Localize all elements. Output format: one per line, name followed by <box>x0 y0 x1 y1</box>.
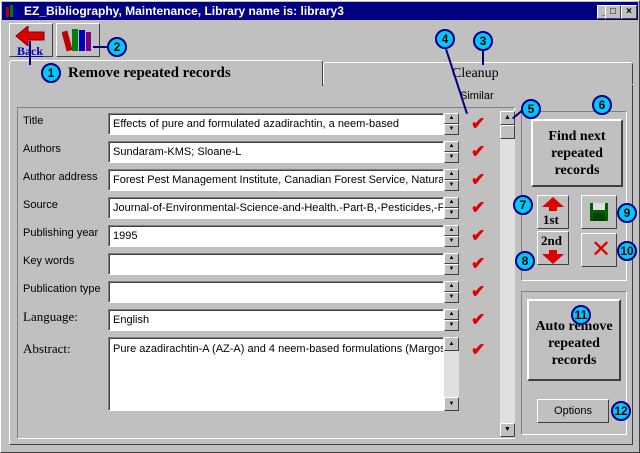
field-label: Publishing year <box>23 227 99 239</box>
options-button[interactable]: Options <box>537 399 609 423</box>
field-label: Key words <box>23 255 75 267</box>
badge-2: 2 <box>107 37 127 57</box>
field-input[interactable] <box>108 281 444 303</box>
similar-check-icon: ✔ <box>471 340 486 359</box>
similar-check-icon: ✔ <box>471 198 486 217</box>
abstract-label: Abstract: <box>23 341 71 356</box>
badge-5: 5 <box>521 99 541 119</box>
abstract-scrollbar[interactable]: ▲ ▼ <box>444 337 459 411</box>
field-spinner[interactable]: ▲ ▼ <box>444 113 459 135</box>
badge-11: 11 <box>571 305 591 325</box>
abstract-textarea[interactable]: Pure azadirachtin-A (AZ-A) and 4 neem-ba… <box>108 337 444 411</box>
badge-3: 3 <box>473 31 493 51</box>
scroll-down-button[interactable]: ▼ <box>500 423 515 437</box>
library-button[interactable] <box>56 23 100 57</box>
first-label: 1st <box>543 212 559 227</box>
options-label: Options <box>554 405 592 417</box>
badge-10: 10 <box>617 241 637 261</box>
delete-x-icon: ✕ <box>591 236 612 263</box>
app-books-icon <box>6 5 17 17</box>
record-scrollbar[interactable]: ▲ ▼ <box>500 111 515 437</box>
field-label: Language: <box>23 309 78 324</box>
field-spinner[interactable]: ▲ ▼ <box>444 281 459 303</box>
badge-4: 4 <box>435 29 455 49</box>
field-input[interactable] <box>108 253 444 275</box>
field-input[interactable]: Journal-of-Environmental-Science-and-Hea… <box>108 197 444 219</box>
field-spinner[interactable]: ▲ ▼ <box>444 197 459 219</box>
similar-check-icon: ✔ <box>471 310 486 329</box>
badge-8: 8 <box>515 251 535 271</box>
similar-check-icon: ✔ <box>471 170 486 189</box>
field-input[interactable]: 1995 <box>108 225 444 247</box>
field-spinner[interactable]: ▲ ▼ <box>444 225 459 247</box>
second-record-button[interactable]: 2nd <box>537 231 569 265</box>
title-bar: EZ_Bibliography, Maintenance, Library na… <box>2 2 638 20</box>
field-input[interactable]: Sundaram-KMS; Sloane-L <box>108 141 444 163</box>
badge-9: 9 <box>617 203 637 223</box>
similar-check-icon: ✔ <box>471 226 486 245</box>
similar-header: Similar <box>460 90 494 102</box>
field-spinner[interactable]: ▲ ▼ <box>444 253 459 275</box>
tab-remove-repeated-label: Remove repeated records <box>68 65 231 81</box>
badge-12: 12 <box>611 401 631 421</box>
save-button[interactable] <box>581 195 617 229</box>
badge-7: 7 <box>513 195 533 215</box>
back-button[interactable]: Back <box>9 23 53 58</box>
window-title: EZ_Bibliography, Maintenance, Library na… <box>24 4 344 18</box>
close-button[interactable]: × <box>621 5 637 19</box>
similar-check-icon: ✔ <box>471 114 486 133</box>
field-label: Author address <box>23 171 98 183</box>
find-next-label: Find next repeated records <box>548 128 606 178</box>
second-label: 2nd <box>541 233 562 248</box>
find-next-button[interactable]: Find next repeated records <box>531 119 623 187</box>
arrow-down-icon <box>542 250 564 264</box>
field-label: Source <box>23 199 58 211</box>
field-spinner[interactable]: ▲ ▼ <box>444 169 459 191</box>
similar-check-icon: ✔ <box>471 142 486 161</box>
field-input[interactable]: Effects of pure and formulated azadirach… <box>108 113 444 135</box>
field-label: Title <box>23 115 44 127</box>
auto-remove-label: Auto remove repeated records <box>535 318 613 368</box>
tab-cleanup-label: Cleanup <box>452 66 499 81</box>
field-spinner[interactable]: ▲ ▼ <box>444 141 459 163</box>
field-input[interactable]: Forest Pest Management Institute, Canadi… <box>108 169 444 191</box>
scroll-thumb[interactable] <box>500 125 515 139</box>
badge-1: 1 <box>41 63 61 83</box>
arrow-up-icon <box>542 197 564 211</box>
floppy-disk-icon <box>590 203 608 221</box>
field-input[interactable]: English <box>108 309 444 331</box>
app-window: EZ_Bibliography, Maintenance, Library na… <box>0 0 640 453</box>
first-record-button[interactable]: 1st <box>537 195 569 229</box>
books-icon <box>62 29 91 52</box>
tab-cleanup[interactable]: Cleanup <box>323 62 633 84</box>
delete-button[interactable]: ✕ <box>581 233 617 267</box>
similar-check-icon: ✔ <box>471 282 486 301</box>
maximize-button[interactable]: □ <box>605 5 621 19</box>
field-spinner[interactable]: ▲ ▼ <box>444 309 459 331</box>
field-label: Authors <box>23 143 61 155</box>
field-label: Publication type <box>23 283 101 295</box>
badge-6: 6 <box>592 95 612 115</box>
similar-check-icon: ✔ <box>471 254 486 273</box>
